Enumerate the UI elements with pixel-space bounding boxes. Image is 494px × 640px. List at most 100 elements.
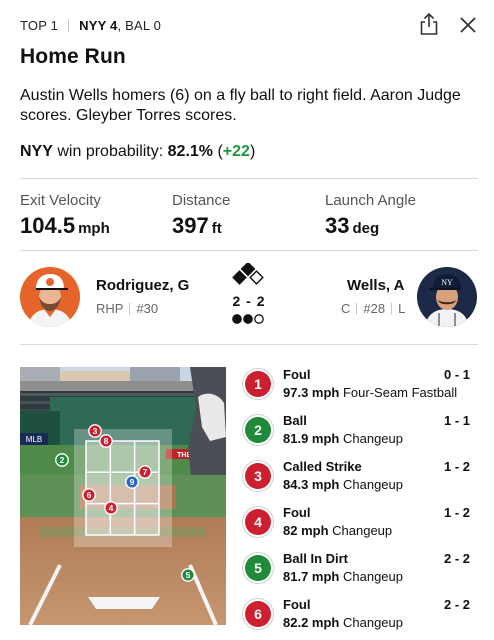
- pitch-count: 2 - 2: [443, 551, 470, 566]
- close-button[interactable]: [457, 14, 479, 36]
- divider: [20, 344, 478, 345]
- first-base: [249, 270, 264, 285]
- pitcher-avatar[interactable]: [20, 267, 80, 327]
- pitch-speed: 82.2 mph: [283, 615, 340, 630]
- pitch-row[interactable]: 1 Foul 0 - 1 97.3 mph Four-Seam Fastball: [245, 366, 477, 412]
- pitch-speed: 81.9 mph: [283, 431, 340, 446]
- status-divider: [68, 18, 70, 32]
- pitch-count: 1 - 1: [443, 413, 470, 428]
- bases-diamond-icon: [232, 263, 264, 285]
- meta-divider: [391, 302, 393, 315]
- pitch-type: Four-Seam Fastball: [342, 385, 458, 400]
- trail-team-score: , BAL 0: [117, 17, 162, 33]
- strike-zone-view: MLB THE SHOW 38279645: [20, 367, 226, 625]
- pitch-result: Foul: [283, 367, 311, 382]
- batter-headshot: NY: [417, 267, 477, 327]
- win-probability-value: 82.1%: [167, 143, 214, 160]
- pitch-result: Foul: [283, 505, 311, 520]
- play-description: Austin Wells homers (6) on a fly ball to…: [20, 87, 461, 124]
- lead-team-score: NYY 4: [79, 17, 118, 33]
- zone-pitch-number: 6: [87, 490, 92, 500]
- meta-divider: [356, 302, 358, 315]
- zone-pitch-number: 8: [104, 436, 109, 446]
- close-icon: [460, 17, 476, 33]
- inning-label: TOP 1: [20, 17, 59, 33]
- win-probability: NYY win probability: 82.1% (+22): [20, 143, 256, 160]
- pitch-result: Ball: [283, 413, 307, 428]
- zone-pitch-marker[interactable]: 7: [138, 465, 152, 479]
- divider: [20, 250, 478, 251]
- pitch-count: 0 - 1: [443, 367, 470, 382]
- zone-pitch-marker[interactable]: 4: [104, 501, 118, 515]
- pitch-row[interactable]: 3 Called Strike 1 - 2 84.3 mph Changeup: [245, 458, 477, 504]
- out-dot: [232, 314, 242, 324]
- stat-label: Exit Velocity: [20, 192, 101, 209]
- play-title: Home Run: [20, 45, 126, 68]
- stat-label: Launch Angle: [325, 192, 416, 209]
- stat-unit: deg: [352, 220, 380, 237]
- pitch-number-badge: 1: [245, 371, 271, 397]
- batter-position: C: [341, 301, 351, 316]
- pitch-type: Changeup: [342, 477, 403, 492]
- zone-pitch-marker[interactable]: 5: [181, 568, 195, 582]
- third-base: [232, 270, 247, 285]
- pitch-detail: 82.2 mph Changeup: [283, 615, 403, 630]
- pitch-row[interactable]: 6 Foul 2 - 2 82.2 mph Changeup: [245, 596, 477, 640]
- svg-text:NY: NY: [441, 278, 453, 287]
- share-icon: [420, 12, 438, 35]
- zone-pitch-number: 9: [130, 477, 135, 487]
- pitcher-meta: RHP #30: [96, 301, 158, 316]
- pitch-type: Changeup: [332, 523, 393, 538]
- pitch-number-badge: 6: [245, 601, 271, 627]
- stat-unit: ft: [211, 220, 222, 237]
- pitch-type: Changeup: [342, 615, 403, 630]
- pitch-result: Foul: [283, 597, 311, 612]
- pitch-speed: 81.7 mph: [283, 569, 340, 584]
- share-button[interactable]: [418, 12, 440, 36]
- batter-name[interactable]: Wells, A: [347, 277, 405, 294]
- strike-zone-scene: MLB THE SHOW 38279645: [20, 367, 226, 625]
- stat-distance: Distance 397 ft: [172, 192, 230, 242]
- zone-pitch-marker[interactable]: 8: [99, 434, 113, 448]
- stat-exit-velocity: Exit Velocity 104.5 mph: [20, 192, 110, 242]
- zone-pitch-marker[interactable]: 2: [55, 453, 69, 467]
- pitch-speed: 84.3 mph: [283, 477, 340, 492]
- meta-divider: [129, 302, 131, 315]
- pitch-row[interactable]: 2 Ball 1 - 1 81.9 mph Changeup: [245, 412, 477, 458]
- pitch-result: Called Strike: [283, 459, 362, 474]
- pitch-number-badge: 4: [245, 509, 271, 535]
- pitch-detail: 82 mph Changeup: [283, 523, 392, 538]
- pitcher-hand: RHP: [96, 301, 124, 316]
- pitch-detail: 81.7 mph Changeup: [283, 569, 403, 584]
- stat-value: 104.5: [20, 213, 76, 238]
- zone-pitch-number: 3: [93, 426, 98, 436]
- pitch-speed: 97.3 mph: [283, 385, 340, 400]
- stat-unit: mph: [78, 220, 110, 237]
- pitch-row[interactable]: 4 Foul 1 - 2 82 mph Changeup: [245, 504, 477, 550]
- pitch-count: 1 - 2: [443, 505, 470, 520]
- pitch-count: 1 - 2: [443, 459, 470, 474]
- zone-pitch-number: 4: [109, 503, 114, 513]
- zone-pitch-marker[interactable]: 3: [88, 424, 102, 438]
- zone-pitch-marker[interactable]: 6: [82, 488, 96, 502]
- game-status-bar: TOP 1 NYY 4 , BAL 0: [20, 16, 161, 34]
- win-probability-label: win probability:: [57, 143, 164, 160]
- stat-launch-angle: Launch Angle 33 deg: [325, 192, 416, 242]
- batter-avatar[interactable]: NY: [417, 267, 477, 327]
- out-dot: [243, 314, 253, 324]
- pitcher-headshot: [20, 267, 80, 327]
- zone-pitch-number: 2: [60, 455, 65, 465]
- pitch-row[interactable]: 5 Ball In Dirt 2 - 2 81.7 mph Changeup: [245, 550, 477, 596]
- divider: [20, 178, 478, 179]
- ball-strike-count: 2 - 2: [232, 293, 266, 309]
- pitcher-name[interactable]: Rodriguez, G: [96, 277, 189, 294]
- win-probability-team: NYY: [20, 143, 53, 160]
- pitch-detail: 97.3 mph Four-Seam Fastball: [283, 385, 457, 400]
- pitch-speed: 82 mph: [283, 523, 329, 538]
- zone-pitch-marker[interactable]: 9: [125, 475, 139, 489]
- pitcher-number: #30: [136, 301, 159, 316]
- pitch-result: Ball In Dirt: [283, 551, 349, 566]
- stat-value: 397: [172, 213, 209, 238]
- scene-board-text: MLB: [26, 435, 42, 444]
- batter-bats: L: [398, 301, 406, 316]
